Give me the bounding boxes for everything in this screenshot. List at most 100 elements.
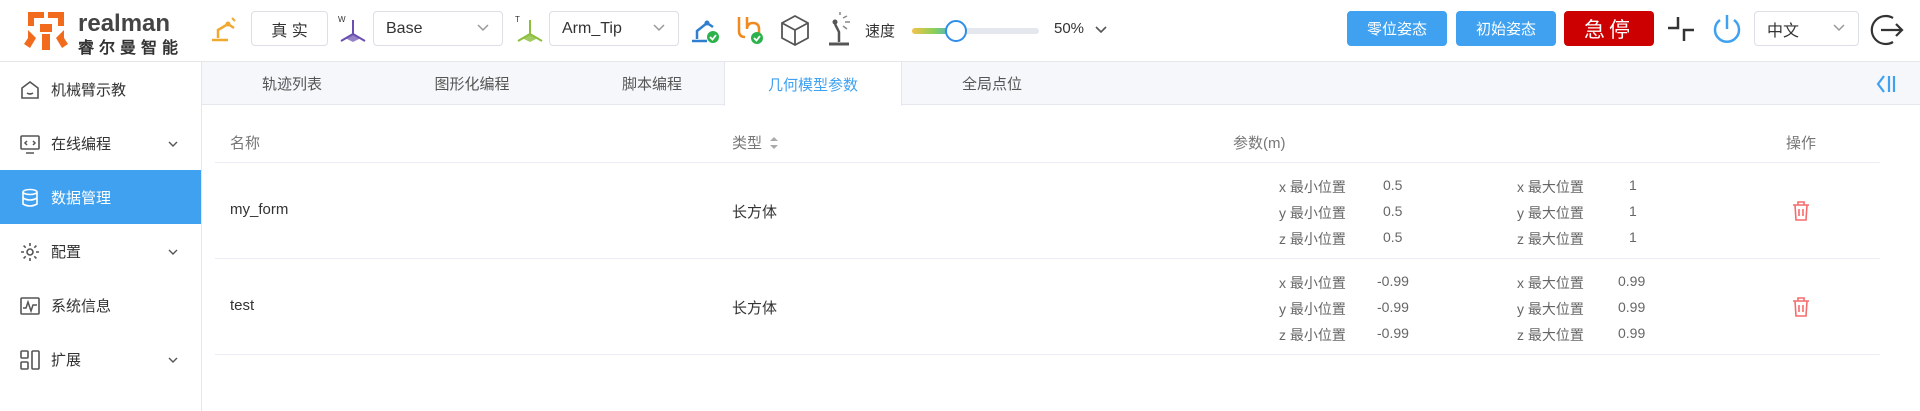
param-value: -0.99 — [1377, 325, 1409, 341]
param-value: 0.99 — [1618, 299, 1646, 315]
sidebar-item-teach[interactable]: 机械臂示教 — [0, 62, 201, 116]
param-value: 0.99 — [1618, 273, 1646, 289]
settings-gear-icon — [21, 243, 39, 261]
row-type: 长方体 — [732, 300, 778, 317]
cube-3d-icon[interactable] — [779, 13, 811, 47]
init-pose-button[interactable]: 初始姿态 — [1456, 11, 1556, 46]
param-value: 1 — [1629, 229, 1637, 245]
table-row: my_form 长方体 x 最小位置 0.5 x 最大位置 1 y 最小位置 0… — [215, 163, 1880, 259]
world-frame-icon: W — [337, 14, 369, 46]
param-label: y 最大位置 — [1517, 205, 1584, 221]
chevron-down-icon — [168, 141, 178, 147]
chevron-down-icon — [653, 24, 665, 32]
home-icon — [21, 81, 39, 99]
emergency-stop-button[interactable]: 急停 — [1564, 11, 1654, 46]
param-value: 0.5 — [1383, 177, 1403, 193]
column-header-params: 参数(m) — [1233, 135, 1286, 152]
table-row: test 长方体 x 最小位置 -0.99 x 最大位置 0.99 y 最小位置… — [215, 259, 1880, 355]
apps-grid-icon — [20, 350, 40, 370]
param-value: 1 — [1629, 177, 1637, 193]
teach-arm-icon[interactable] — [208, 14, 238, 44]
column-header-type[interactable]: 类型 — [732, 132, 762, 153]
param-label: y 最小位置 — [1279, 301, 1346, 317]
language-select[interactable]: 中文 — [1754, 11, 1859, 46]
compress-icon[interactable] — [1665, 13, 1697, 45]
row-type: 长方体 — [732, 204, 778, 221]
frame-select-value: Base — [386, 19, 423, 37]
sidebar-item-label: 数据管理 — [51, 190, 112, 207]
robot-arm-status-icon[interactable] — [689, 13, 721, 45]
collapse-panel-icon[interactable] — [1874, 72, 1898, 96]
sidebar-item-config[interactable]: 配置 — [0, 224, 201, 278]
tab-graphical-programming[interactable]: 图形化编程 — [382, 62, 562, 105]
speed-chevron-down-icon[interactable] — [1094, 23, 1108, 37]
param-value: 0.5 — [1383, 203, 1403, 219]
param-label: z 最大位置 — [1517, 231, 1584, 247]
param-label: z 最大位置 — [1517, 327, 1584, 343]
param-label: x 最大位置 — [1517, 179, 1584, 195]
param-label: z 最小位置 — [1279, 231, 1346, 247]
table-header: 名称 类型 参数(m) 操作 — [215, 123, 1880, 163]
param-label: z 最小位置 — [1279, 327, 1346, 343]
sidebar: 机械臂示教 在线编程 数据管理 配置 系统信息 扩展 — [0, 62, 202, 411]
monitor-code-icon — [20, 135, 40, 154]
speed-label: 速度 — [865, 23, 896, 40]
logout-icon[interactable] — [1868, 10, 1908, 50]
svg-text:T: T — [515, 15, 520, 24]
param-label: y 最小位置 — [1279, 205, 1346, 221]
realman-logo-mark-icon — [24, 12, 68, 50]
pulse-chart-icon — [20, 297, 40, 315]
chevron-down-icon — [168, 249, 178, 255]
sidebar-item-data-management[interactable]: 数据管理 — [0, 170, 201, 224]
speed-slider[interactable] — [912, 20, 1039, 42]
param-value: 0.5 — [1383, 229, 1403, 245]
param-value: -0.99 — [1377, 299, 1409, 315]
column-header-name: 名称 — [230, 135, 261, 152]
language-select-value: 中文 — [1767, 22, 1800, 40]
tab-script-programming[interactable]: 脚本编程 — [562, 62, 742, 105]
tool-select[interactable]: Arm_Tip — [549, 11, 679, 46]
delete-trash-icon[interactable] — [1791, 200, 1811, 222]
sidebar-item-label: 机械臂示教 — [51, 82, 127, 99]
param-value: 1 — [1629, 203, 1637, 219]
param-value: -0.99 — [1377, 273, 1409, 289]
gripper-status-icon[interactable] — [733, 13, 765, 45]
param-value: 0.99 — [1618, 325, 1646, 341]
brand-subtitle: 睿尔曼智能 — [78, 40, 184, 57]
svg-text:W: W — [338, 15, 346, 24]
chevron-down-icon — [1833, 24, 1845, 32]
power-icon[interactable] — [1708, 10, 1746, 48]
column-header-actions: 操作 — [1786, 135, 1817, 152]
frame-select[interactable]: Base — [373, 11, 503, 46]
param-label: x 最小位置 — [1279, 275, 1346, 291]
database-icon — [22, 188, 38, 207]
sidebar-item-label: 配置 — [51, 244, 82, 261]
sidebar-item-label: 系统信息 — [51, 298, 112, 315]
content-tabs: 轨迹列表 图形化编程 脚本编程 几何模型参数 全局点位 — [202, 62, 1920, 106]
sidebar-item-label: 在线编程 — [51, 136, 112, 153]
chevron-down-icon — [168, 357, 178, 363]
sidebar-item-label: 扩展 — [51, 352, 82, 369]
mode-real-button[interactable]: 真 实 — [251, 11, 328, 46]
tab-global-points[interactable]: 全局点位 — [902, 62, 1082, 105]
sort-icon[interactable] — [769, 135, 779, 151]
sidebar-item-system-info[interactable]: 系统信息 — [0, 278, 201, 332]
welding-robot-icon[interactable] — [825, 12, 857, 48]
tab-trajectory-list[interactable]: 轨迹列表 — [202, 62, 382, 105]
tool-select-value: Arm_Tip — [562, 19, 622, 37]
tab-geometry-model-params[interactable]: 几何模型参数 — [724, 62, 902, 106]
chevron-down-icon — [477, 24, 489, 32]
row-name: my_form — [230, 201, 289, 218]
param-label: y 最大位置 — [1517, 301, 1584, 317]
param-label: x 最小位置 — [1279, 179, 1346, 195]
param-label: x 最大位置 — [1517, 275, 1584, 291]
sidebar-item-extensions[interactable]: 扩展 — [0, 332, 201, 386]
sidebar-item-online-programming[interactable]: 在线编程 — [0, 116, 201, 170]
speed-slider-thumb[interactable] — [945, 20, 968, 42]
zero-pose-button[interactable]: 零位姿态 — [1347, 11, 1447, 46]
realman-logo: realman 睿尔曼智能 — [22, 8, 192, 57]
speed-value: 50% — [1054, 20, 1085, 37]
row-name: test — [230, 297, 255, 314]
delete-trash-icon[interactable] — [1791, 296, 1811, 318]
top-toolbar: realman 睿尔曼智能 真 实 W Base T Arm_Tip 速度 50… — [0, 0, 1920, 62]
